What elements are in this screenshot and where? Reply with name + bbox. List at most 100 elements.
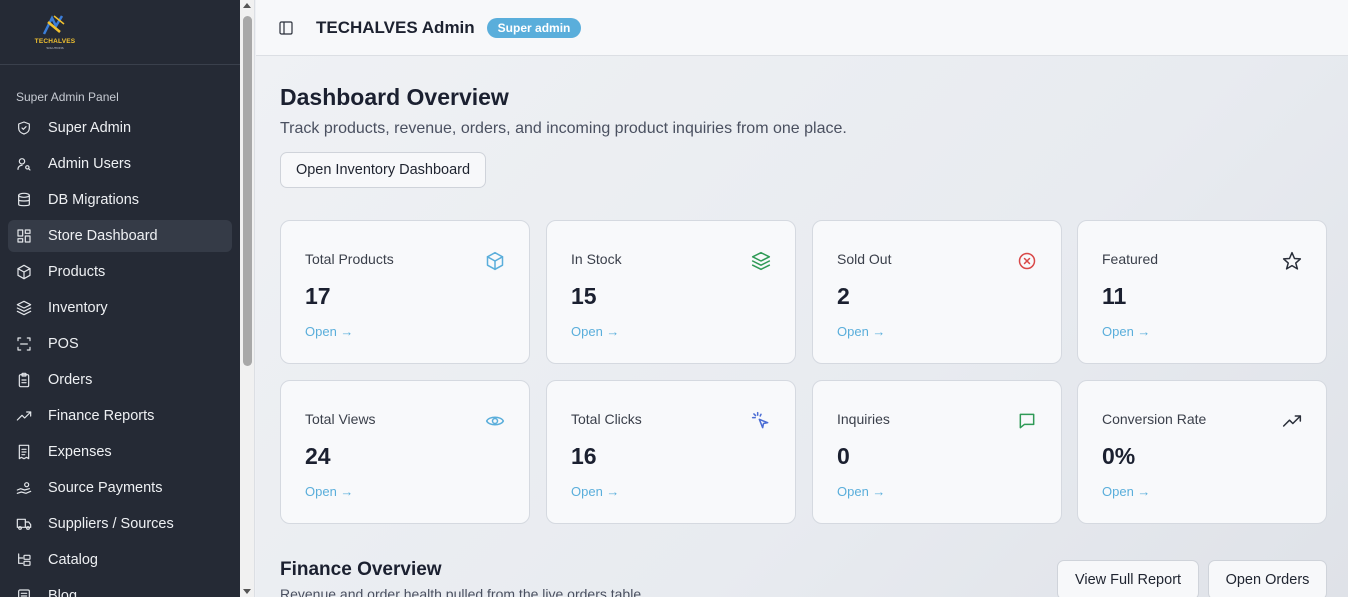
stat-card-conversion-rate[interactable]: Conversion Rate 0% Open → — [1077, 380, 1327, 524]
package-icon — [16, 264, 32, 280]
stat-card-in-stock[interactable]: In Stock 15 Open → — [546, 220, 796, 364]
sidebar-item-label: Admin Users — [48, 156, 131, 172]
main-content: Dashboard Overview Track products, reven… — [256, 56, 1348, 597]
sidebar: TECHALVES SOLUTIONS Super Admin Panel Su… — [0, 0, 240, 597]
stat-card-total-views[interactable]: Total Views 24 Open → — [280, 380, 530, 524]
stat-card-featured[interactable]: Featured 11 Open → — [1077, 220, 1327, 364]
card-value: 16 — [571, 443, 597, 469]
sidebar-item-suppliers[interactable]: Suppliers / Sources — [8, 508, 232, 540]
sidebar-item-label: Finance Reports — [48, 408, 155, 424]
cursor-click-icon — [751, 411, 771, 431]
dashboard-grid-icon — [16, 228, 32, 244]
sidebar-item-label: POS — [48, 336, 79, 352]
box-icon — [485, 251, 505, 271]
card-open-link[interactable]: Open → — [571, 324, 619, 339]
sidebar-item-finance-reports[interactable]: Finance Reports — [8, 400, 232, 432]
trending-up-icon — [1282, 411, 1302, 431]
sidebar-item-blog[interactable]: Blog — [8, 580, 232, 597]
card-value: 2 — [837, 283, 850, 309]
sidebar-item-pos[interactable]: POS — [8, 328, 232, 360]
view-full-report-button[interactable]: View Full Report — [1057, 560, 1199, 597]
card-open-link[interactable]: Open → — [1102, 324, 1150, 339]
sidebar-item-orders[interactable]: Orders — [8, 364, 232, 396]
sidebar-item-label: Super Admin — [48, 120, 132, 136]
shield-icon — [16, 120, 32, 136]
logo-mark-icon — [42, 15, 65, 35]
card-value: 17 — [305, 283, 331, 309]
sidebar-item-products[interactable]: Products — [8, 256, 232, 288]
card-label: In Stock — [571, 251, 622, 267]
card-open-link[interactable]: Open → — [571, 484, 619, 499]
scroll-down-arrow-icon[interactable] — [243, 589, 251, 594]
layers-icon — [16, 300, 32, 316]
sidebar-item-store-dashboard[interactable]: Store Dashboard — [8, 220, 232, 252]
sidebar-item-label: DB Migrations — [48, 192, 140, 208]
sidebar-item-label: Catalog — [48, 552, 98, 568]
newspaper-icon — [16, 588, 32, 597]
scroll-thumb[interactable] — [243, 16, 252, 366]
card-value: 0% — [1102, 443, 1136, 469]
card-label: Sold Out — [837, 251, 892, 267]
logo-subtext: SOLUTIONS — [46, 46, 64, 50]
message-icon — [1017, 411, 1037, 431]
database-icon — [16, 192, 32, 208]
card-value: 24 — [305, 443, 331, 469]
card-label: Inquiries — [837, 411, 890, 427]
sidebar-item-catalog[interactable]: Catalog — [8, 544, 232, 576]
card-label: Conversion Rate — [1102, 411, 1207, 427]
sidebar-item-label: Suppliers / Sources — [48, 516, 174, 532]
card-open-link[interactable]: Open → — [305, 484, 353, 499]
page-subtitle: Track products, revenue, orders, and inc… — [280, 120, 847, 137]
stat-card-total-clicks[interactable]: Total Clicks 16 Open → — [546, 380, 796, 524]
stat-card-sold-out[interactable]: Sold Out 2 Open → — [812, 220, 1062, 364]
sidebar-item-label: Store Dashboard — [48, 228, 158, 244]
card-open-link[interactable]: Open → — [1102, 484, 1150, 499]
sidebar-item-label: Products — [48, 264, 106, 280]
sidebar-item-super-admin[interactable]: Super Admin — [8, 112, 232, 144]
sidebar-item-expenses[interactable]: Expenses — [8, 436, 232, 468]
folder-tree-icon — [16, 552, 32, 568]
star-icon — [1282, 251, 1302, 271]
page-title: Dashboard Overview — [280, 84, 509, 110]
card-label: Total Products — [305, 251, 394, 267]
truck-icon — [16, 516, 32, 532]
card-label: Featured — [1102, 251, 1159, 267]
brand-logo[interactable]: TECHALVES SOLUTIONS — [30, 14, 80, 50]
card-label: Total Views — [305, 411, 376, 427]
logo-text: TECHALVES — [34, 38, 76, 45]
top-header: TECHALVES Admin Super admin — [256, 0, 1348, 56]
scroll-up-arrow-icon[interactable] — [243, 3, 251, 8]
sidebar-scrollbar[interactable] — [240, 0, 255, 597]
sidebar-item-source-payments[interactable]: Source Payments — [8, 472, 232, 504]
card-value: 15 — [571, 283, 597, 309]
sidebar-item-inventory[interactable]: Inventory — [8, 292, 232, 324]
sidebar-item-label: Blog — [48, 588, 78, 597]
sidebar-toggle-icon[interactable] — [278, 20, 294, 36]
scan-icon — [16, 336, 32, 352]
sidebar-section-label: Super Admin Panel — [16, 90, 119, 104]
hand-coins-icon — [16, 480, 32, 496]
x-circle-icon — [1017, 251, 1037, 271]
open-inventory-dashboard-button[interactable]: Open Inventory Dashboard — [280, 152, 486, 188]
finance-overview-subtitle: Revenue and order health pulled from the… — [280, 586, 645, 597]
open-orders-button[interactable]: Open Orders — [1208, 560, 1327, 597]
card-value: 0 — [837, 443, 850, 469]
card-label: Total Clicks — [571, 411, 642, 427]
clipboard-icon — [16, 372, 32, 388]
card-open-link[interactable]: Open → — [305, 324, 353, 339]
card-open-link[interactable]: Open → — [837, 484, 885, 499]
card-value: 11 — [1102, 283, 1127, 309]
sidebar-item-label: Orders — [48, 372, 93, 388]
stat-card-total-products[interactable]: Total Products 17 Open → — [280, 220, 530, 364]
sidebar-item-db-migrations[interactable]: DB Migrations — [8, 184, 232, 216]
stat-card-inquiries[interactable]: Inquiries 0 Open → — [812, 380, 1062, 524]
sidebar-item-label: Expenses — [48, 444, 112, 460]
role-badge: Super admin — [486, 17, 582, 38]
card-open-link[interactable]: Open → — [837, 324, 885, 339]
sidebar-item-label: Source Payments — [48, 480, 163, 496]
app-title: TECHALVES Admin — [316, 17, 475, 37]
logo-area: TECHALVES SOLUTIONS — [0, 0, 240, 65]
finance-overview-title: Finance Overview — [280, 559, 442, 580]
sidebar-item-admin-users[interactable]: Admin Users — [8, 148, 232, 180]
user-key-icon — [16, 156, 32, 172]
